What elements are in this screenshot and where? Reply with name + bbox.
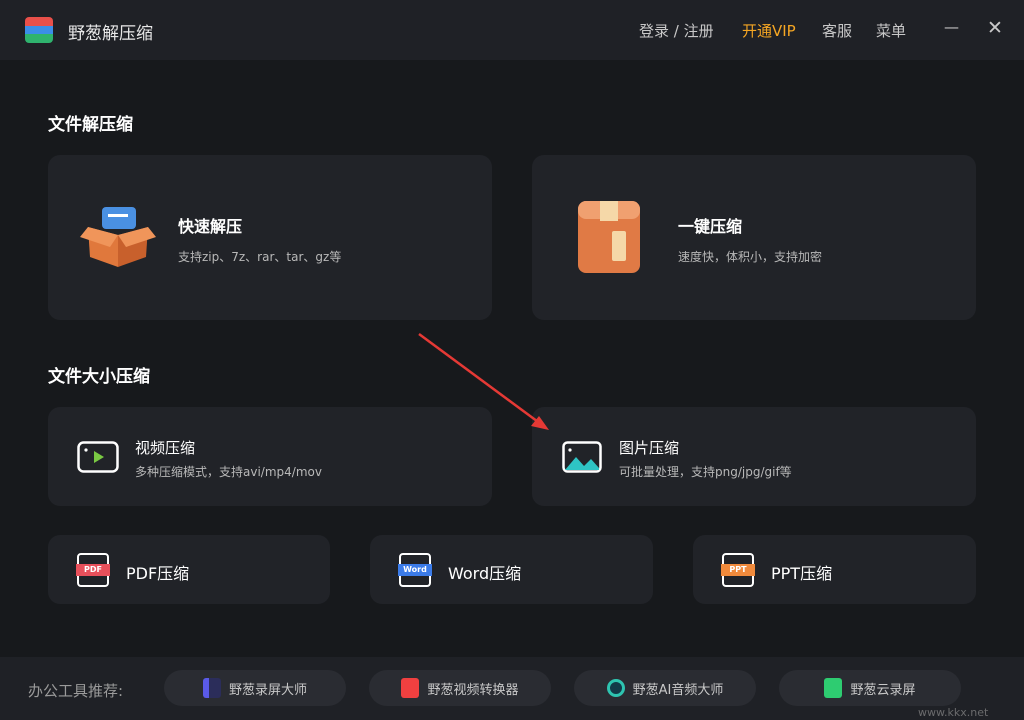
package-box-icon: [578, 201, 640, 273]
card-title: Word压缩: [448, 564, 522, 583]
title-bar: 野葱解压缩 登录 / 注册 开通VIP 客服 菜单 — ✕: [0, 0, 1024, 60]
tool-label: 野葱视频转换器: [427, 682, 519, 698]
card-title: 快速解压: [178, 217, 243, 236]
tool-label: 野葱录屏大师: [228, 682, 307, 698]
card-subtitle: 可批量处理，支持png/jpg/gif等: [619, 465, 792, 479]
card-subtitle: 支持zip、7z、rar、tar、gz等: [178, 250, 342, 264]
card-subtitle: 速度快，体积小，支持加密: [678, 250, 823, 264]
login-register-link[interactable]: 登录 / 注册: [639, 20, 714, 41]
red-arrow-annotation: [418, 332, 549, 430]
ppt-compress-card[interactable]: PPT PPT压缩: [693, 535, 976, 604]
service-link[interactable]: 客服: [822, 20, 852, 41]
minimize-button[interactable]: —: [944, 18, 959, 36]
tool-label: 野葱AI音频大师: [632, 682, 724, 698]
section-title-extract: 文件解压缩: [48, 115, 133, 135]
ppt-file-icon: PPT: [721, 553, 755, 587]
footer-label: 办公工具推荐:: [28, 682, 124, 700]
close-button[interactable]: ✕: [987, 17, 1003, 39]
card-title: 图片压缩: [619, 439, 680, 457]
app-title: 野葱解压缩: [68, 24, 153, 44]
tool-screen-recorder[interactable]: 野葱录屏大师: [164, 670, 346, 706]
cloud-recorder-icon: [824, 678, 843, 698]
video-play-icon: [77, 441, 119, 473]
section-title-size: 文件大小压缩: [48, 367, 150, 387]
pdf-file-icon: PDF: [76, 553, 110, 587]
app-logo-icon: [25, 17, 53, 43]
image-compress-card[interactable]: 图片压缩 可批量处理，支持png/jpg/gif等: [532, 407, 976, 506]
tool-ai-audio[interactable]: 野葱AI音频大师: [574, 670, 756, 706]
quick-extract-card[interactable]: 快速解压 支持zip、7z、rar、tar、gz等: [48, 155, 492, 320]
vip-link[interactable]: 开通VIP: [742, 20, 796, 41]
word-compress-card[interactable]: Word Word压缩: [370, 535, 653, 604]
video-converter-icon: [401, 678, 420, 698]
tool-video-converter[interactable]: 野葱视频转换器: [369, 670, 551, 706]
ai-audio-icon: [606, 679, 625, 697]
one-click-compress-card[interactable]: 一键压缩 速度快，体积小，支持加密: [532, 155, 976, 320]
card-title: PDF压缩: [126, 564, 190, 583]
tool-cloud-recorder[interactable]: 野葱云录屏: [779, 670, 961, 706]
card-title: 视频压缩: [135, 439, 196, 457]
watermark: www.kkx.net: [918, 706, 989, 719]
open-box-icon: [80, 207, 156, 267]
card-title: PPT压缩: [771, 564, 833, 583]
word-file-icon: Word: [398, 553, 432, 587]
screen-recorder-icon: [202, 678, 221, 698]
pdf-compress-card[interactable]: PDF PDF压缩: [48, 535, 330, 604]
tool-label: 野葱云录屏: [850, 682, 916, 698]
image-icon: [562, 441, 602, 473]
card-title: 一键压缩: [678, 217, 743, 236]
menu-link[interactable]: 菜单: [876, 20, 906, 41]
card-subtitle: 多种压缩模式，支持avi/mp4/mov: [135, 465, 322, 479]
